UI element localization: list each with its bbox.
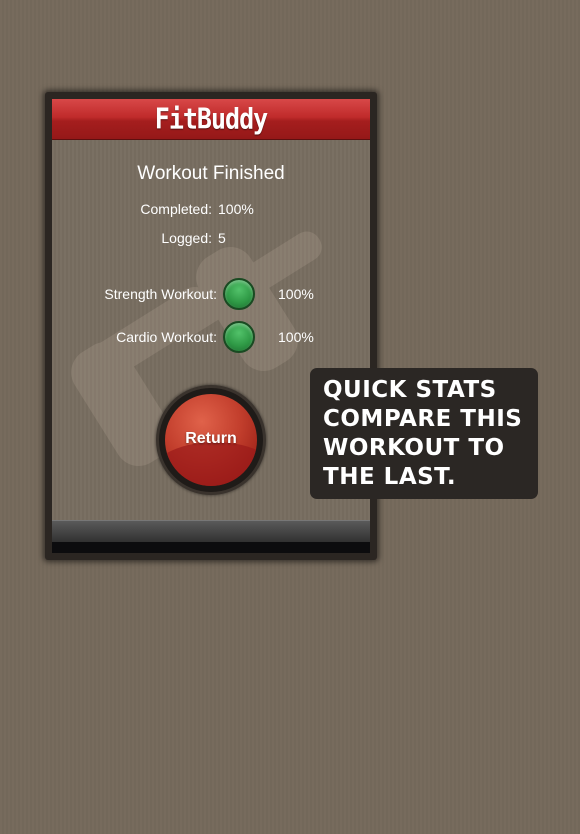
app-logo: FitBuddy <box>154 101 268 136</box>
bottom-bar <box>52 542 370 553</box>
strength-workout-label: Strength Workout: <box>104 286 217 302</box>
cardio-workout-value: 100% <box>278 329 314 345</box>
logged-value: 5 <box>218 230 226 246</box>
return-button-label[interactable]: Return <box>165 430 257 448</box>
tab-bar <box>52 520 370 543</box>
strength-workout-row: Strength Workout: 100% <box>52 278 370 312</box>
callout-box: QUICK STATS COMPARE THIS WORKOUT TO THE … <box>310 368 538 499</box>
cardio-workout-label: Cardio Workout: <box>116 329 217 345</box>
cardio-status-indicator <box>223 321 255 353</box>
strength-workout-value: 100% <box>278 286 314 302</box>
return-button[interactable]: Return <box>156 385 266 495</box>
title-bar: FitBuddy <box>52 99 370 140</box>
completed-stat-row: Completed: 100% <box>52 201 370 221</box>
cardio-workout-row: Cardio Workout: 100% <box>52 321 370 355</box>
strength-status-indicator <box>223 278 255 310</box>
logged-stat-row: Logged: 5 <box>52 230 370 250</box>
logged-label: Logged: <box>161 230 212 246</box>
completed-value: 100% <box>218 201 254 217</box>
return-button-face[interactable]: Return <box>165 394 257 486</box>
workout-finished-heading: Workout Finished <box>137 163 285 184</box>
completed-label: Completed: <box>140 201 212 217</box>
return-button-highlight <box>165 442 257 486</box>
callout-text: QUICK STATS COMPARE THIS WORKOUT TO THE … <box>323 377 523 490</box>
